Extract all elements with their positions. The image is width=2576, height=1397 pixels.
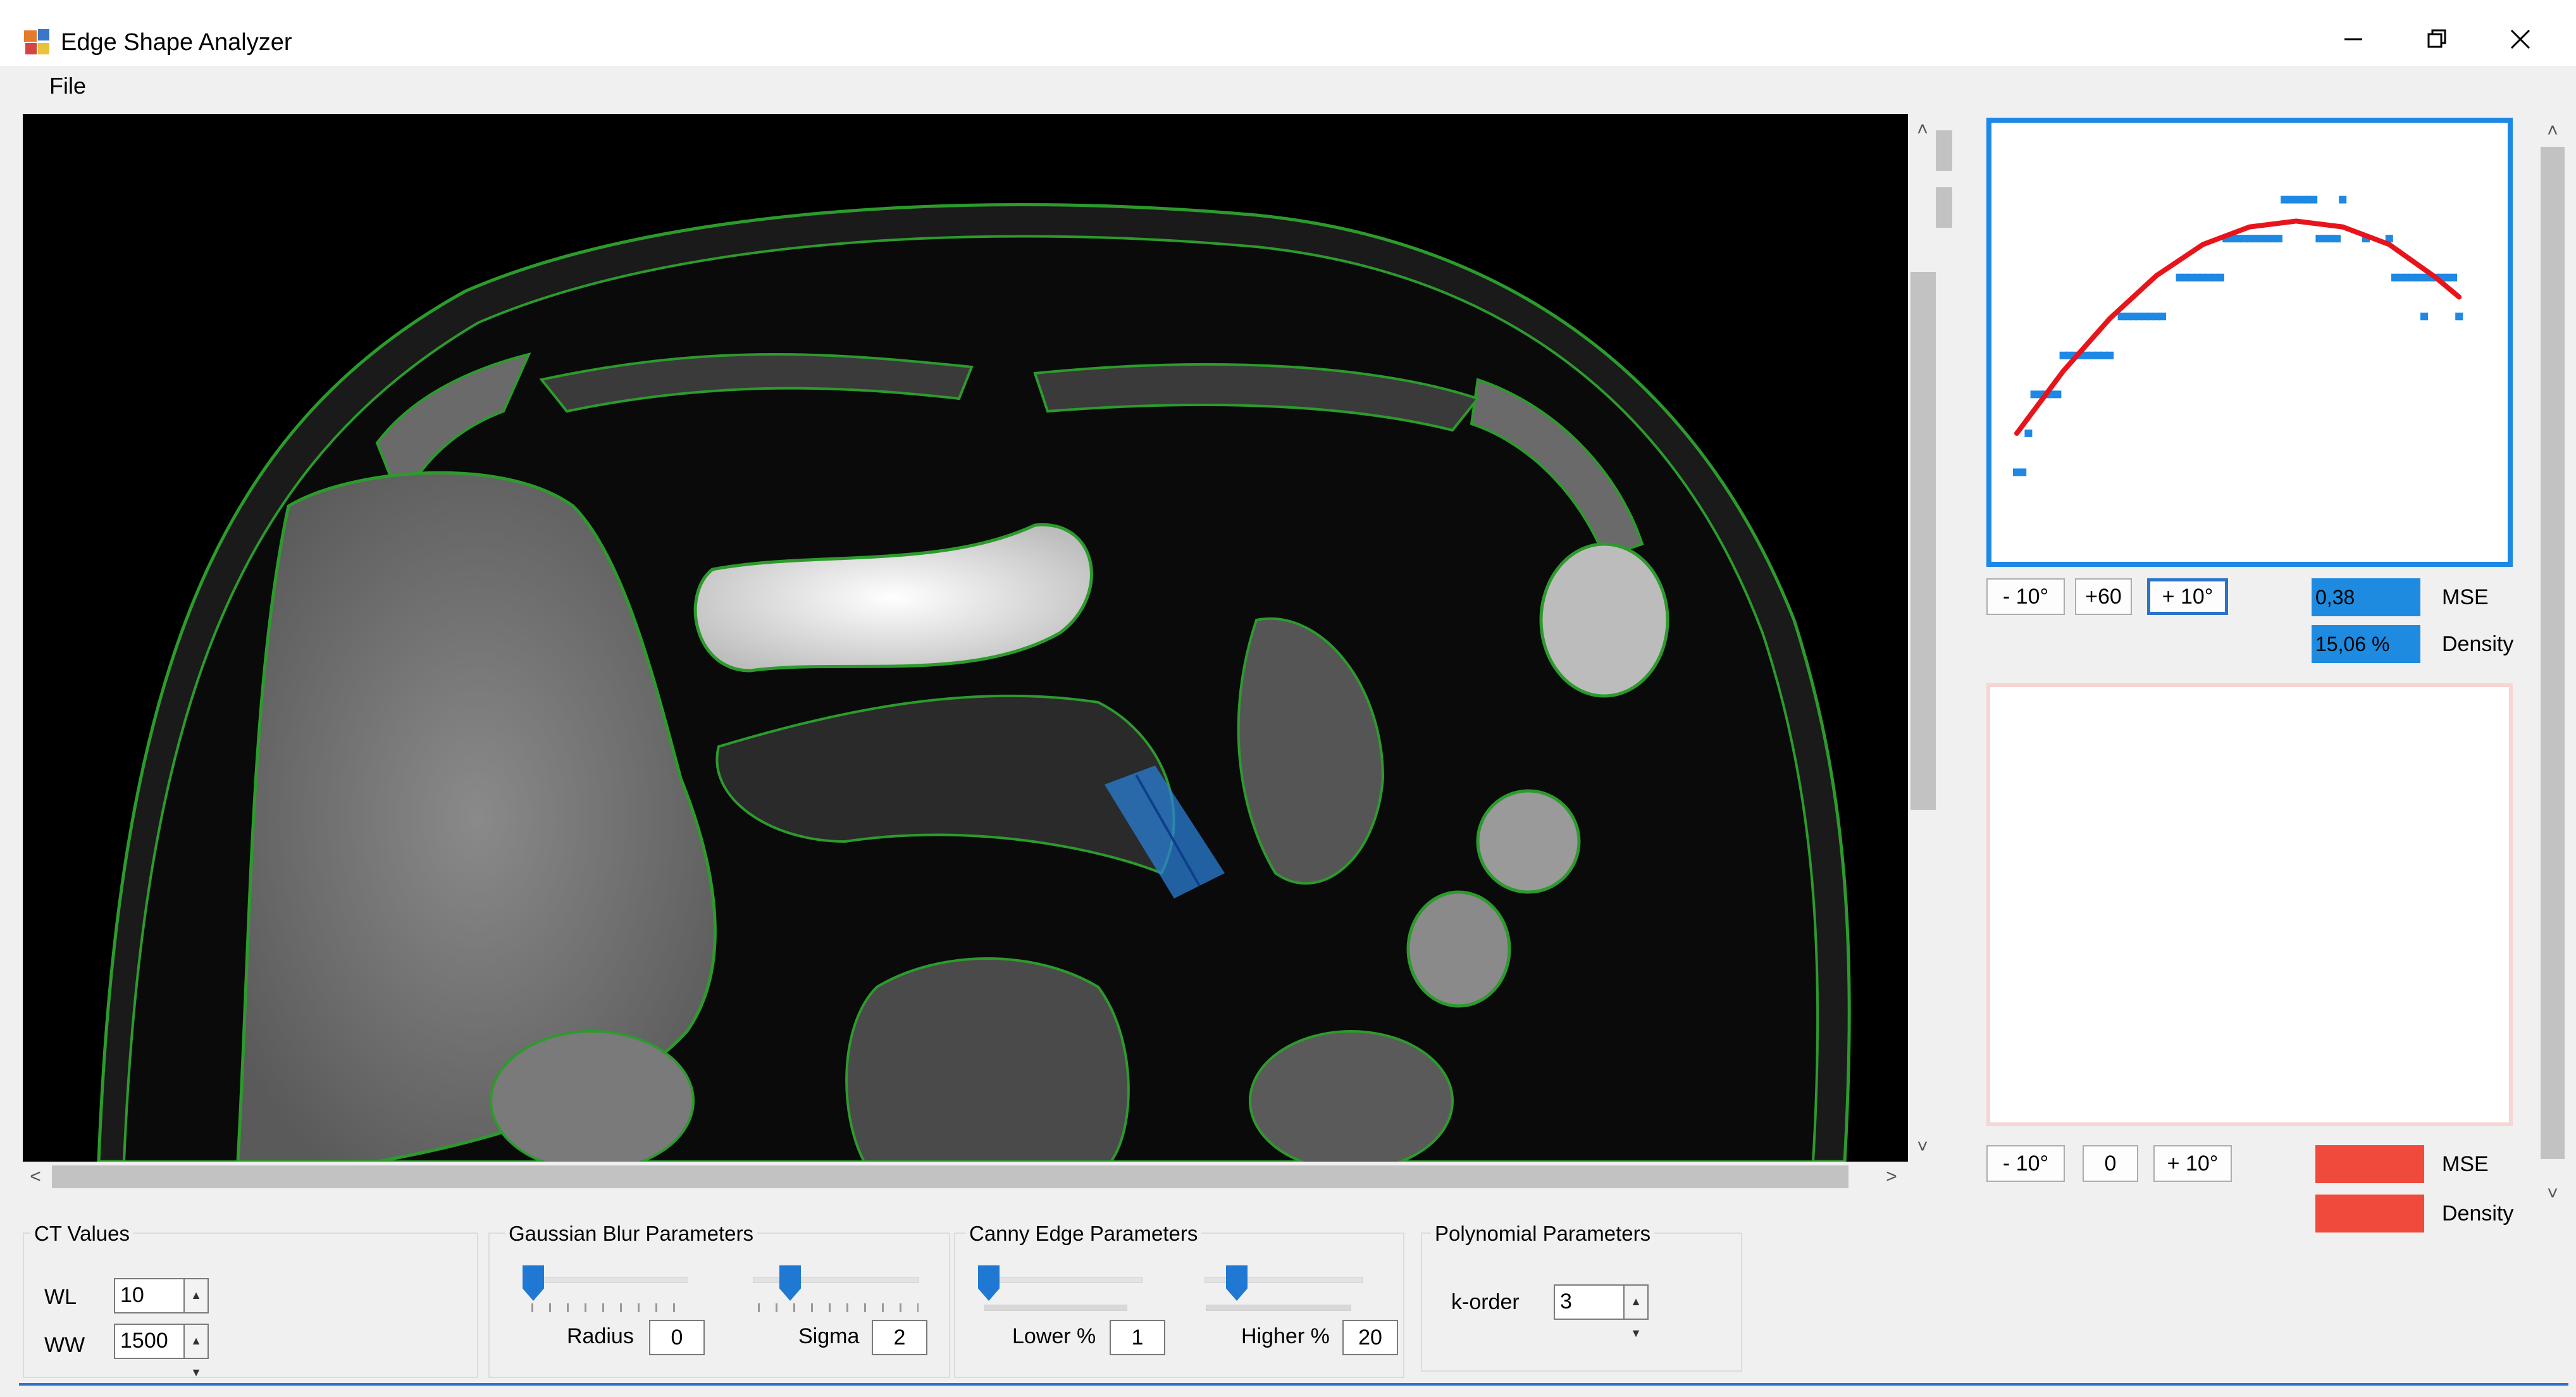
data-point	[2275, 235, 2282, 243]
plot2-angle-value-button[interactable]: 0	[2083, 1145, 2138, 1182]
scroll-down-arrow[interactable]: ˅	[1908, 1133, 1937, 1162]
horizontal-scroll-thumb[interactable]	[52, 1165, 1848, 1188]
data-point	[2053, 390, 2062, 399]
vertical-scroll-thumb-small[interactable]	[1936, 130, 1952, 171]
vertical-scroll-thumb-small-2[interactable]	[1936, 187, 1952, 228]
lower-label: Lower %	[1012, 1324, 1096, 1348]
close-button[interactable]	[2482, 13, 2558, 66]
radius-label: Radius	[567, 1324, 634, 1348]
wl-spinner[interactable]: ▲▼	[183, 1279, 207, 1333]
polynomial-title: Polynomial Parameters	[1431, 1221, 1655, 1246]
spin-up-icon[interactable]: ▲	[190, 1325, 202, 1357]
radius-slider-track[interactable]	[523, 1277, 688, 1283]
sigma-value[interactable]: 2	[872, 1320, 927, 1355]
ww-label: WW	[44, 1333, 85, 1357]
ww-value: 1500	[120, 1329, 168, 1353]
plot1-angle-value-button[interactable]: +60	[2075, 578, 2132, 615]
window-bottom-border	[19, 1383, 2568, 1386]
lower-value[interactable]: 1	[1110, 1320, 1165, 1355]
k-order-value: 3	[1560, 1289, 1572, 1313]
plot2-mse-label: MSE	[2442, 1152, 2489, 1176]
window-title: Edge Shape Analyzer	[61, 29, 292, 56]
plot2-density-label: Density	[2442, 1201, 2514, 1226]
data-point	[2217, 273, 2224, 282]
plot1-density-label: Density	[2442, 632, 2514, 656]
plot2-rotate-plus-button[interactable]: + 10°	[2153, 1145, 2232, 1182]
data-point	[2420, 313, 2428, 321]
panel-scroll-up-arrow[interactable]: ˄	[2537, 116, 2568, 146]
ct-values-title: CT Values	[30, 1221, 134, 1246]
plot2-rotate-minus-button[interactable]: - 10°	[1986, 1145, 2065, 1182]
ct-values-group	[23, 1232, 478, 1378]
lower-slider-rail	[984, 1305, 1127, 1311]
plot1-mse-value: 0,38	[2312, 578, 2420, 616]
wl-label: WL	[44, 1285, 77, 1309]
sigma-label: Sigma	[798, 1324, 860, 1348]
menu-file[interactable]: File	[46, 71, 90, 101]
plot1-mse-label: MSE	[2442, 585, 2489, 609]
close-icon	[2510, 29, 2530, 49]
restore-button[interactable]	[2399, 13, 2475, 66]
higher-value[interactable]: 20	[1342, 1320, 1398, 1355]
spin-down-icon[interactable]: ▼	[1630, 1317, 1642, 1349]
title-bar	[0, 0, 2576, 66]
plot1-rotate-minus-button[interactable]: - 10°	[1986, 578, 2065, 615]
scroll-up-arrow[interactable]: ˄	[1908, 115, 1937, 144]
menu-bar	[0, 66, 2576, 106]
panel-scroll-thumb[interactable]	[2541, 147, 2565, 1159]
edge-profile-plot	[1986, 118, 2513, 567]
fit-curve	[2014, 218, 2462, 436]
higher-label: Higher %	[1241, 1324, 1330, 1348]
ct-image-viewport[interactable]	[23, 114, 1908, 1162]
radius-slider-ticks	[531, 1303, 688, 1312]
plot1-rotate-plus-button[interactable]: + 10°	[2147, 578, 2228, 615]
second-edge-profile-plot	[1986, 683, 2513, 1126]
edge-profile-chart	[2013, 196, 2463, 476]
canny-edge-title: Canny Edge Parameters	[965, 1221, 1202, 1246]
k-order-label: k-order	[1451, 1290, 1520, 1314]
data-point	[2158, 313, 2166, 321]
data-point	[2449, 273, 2457, 282]
plot1-density-value: 15,06 %	[2312, 625, 2420, 663]
radius-value[interactable]: 0	[649, 1320, 705, 1355]
sigma-slider-ticks	[758, 1303, 919, 1312]
data-point	[2019, 468, 2027, 476]
k-order-input[interactable]: 3 ▲ ▼	[1554, 1284, 1649, 1339]
vertical-scroll-thumb[interactable]	[1910, 272, 1936, 810]
wl-value: 10	[120, 1283, 144, 1307]
panel-scroll-down-arrow[interactable]: ˅	[2537, 1179, 2568, 1208]
ww-spinner[interactable]: ▲ ▼	[183, 1325, 207, 1379]
app-icon	[23, 28, 52, 57]
ct-scan-image	[23, 114, 1908, 1162]
plot2-density-value	[2315, 1195, 2424, 1232]
scroll-left-arrow[interactable]: <	[23, 1163, 48, 1191]
data-point	[2024, 429, 2033, 437]
k-order-spinner[interactable]: ▲ ▼	[1623, 1286, 1647, 1339]
data-point	[2333, 235, 2341, 243]
data-point	[2339, 196, 2347, 204]
sigma-slider-track[interactable]	[753, 1277, 919, 1283]
restore-icon	[2427, 29, 2446, 48]
higher-slider-rail	[1206, 1305, 1351, 1311]
minimize-button[interactable]	[2315, 13, 2391, 66]
spin-up-icon[interactable]: ▲	[190, 1279, 202, 1311]
lower-slider-track[interactable]	[981, 1277, 1142, 1283]
gaussian-blur-title: Gaussian Blur Parameters	[505, 1221, 757, 1246]
plot2-mse-value	[2315, 1145, 2424, 1183]
data-point	[2106, 351, 2114, 359]
minimize-icon	[2344, 38, 2362, 40]
data-point	[2455, 313, 2463, 321]
wl-input[interactable]: 10 ▲▼	[114, 1278, 209, 1333]
data-point	[2310, 196, 2318, 204]
spin-up-icon[interactable]: ▲	[1630, 1286, 1642, 1317]
scroll-right-arrow[interactable]: >	[1879, 1163, 1904, 1191]
ww-input[interactable]: 1500 ▲ ▼	[114, 1324, 209, 1379]
